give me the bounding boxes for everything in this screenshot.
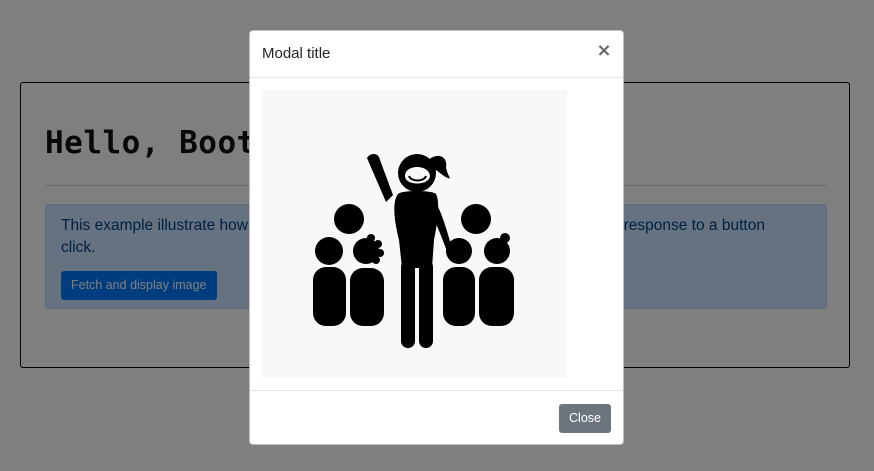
page: Hello, Bootstrap! This example illustrat… [0,0,874,471]
modal-title: Modal title [262,45,331,62]
close-icon[interactable]: × [595,41,613,61]
modal-footer: Close [250,390,623,444]
close-button[interactable]: Close [559,404,611,433]
modal-image [262,90,567,378]
image-modal: Modal title × Close [249,30,624,445]
modal-header: Modal title × [250,31,623,78]
group-of-people-icon [313,154,514,348]
